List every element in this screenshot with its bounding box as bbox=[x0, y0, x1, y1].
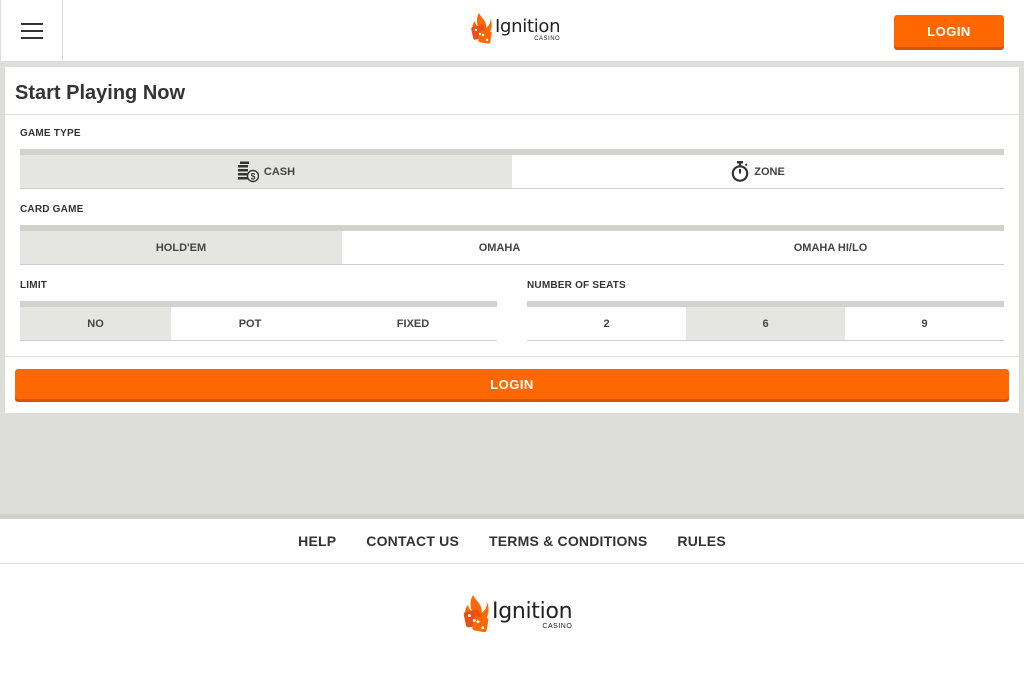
footer-nav: HELP CONTACT US TERMS & CONDITIONS RULES bbox=[0, 519, 1024, 564]
card-game-holdem-option[interactable]: HOLD'EM bbox=[20, 231, 342, 264]
seats-6-option[interactable]: 6 bbox=[686, 307, 845, 340]
limit-no-option[interactable]: NO bbox=[20, 307, 171, 340]
top-header: Ignition CASINO LOGIN bbox=[0, 0, 1024, 62]
footer-ignition-logo[interactable]: Ignition CASINO bbox=[462, 595, 573, 635]
game-type-selector: $ CASH ZONE bbox=[20, 149, 1004, 189]
game-type-cash-option[interactable]: $ CASH bbox=[20, 155, 512, 188]
flame-dice-icon bbox=[471, 13, 492, 44]
footer-logo-name: Ignition bbox=[492, 598, 573, 624]
footer-logo-subtitle: CASINO bbox=[542, 622, 573, 630]
seats-label: NUMBER OF SEATS bbox=[527, 280, 626, 291]
header-login-button[interactable]: LOGIN bbox=[894, 15, 1004, 47]
start-playing-card: Start Playing Now GAME TYPE $ CASH ZONE … bbox=[5, 67, 1019, 413]
divider bbox=[5, 114, 1019, 115]
divider bbox=[5, 356, 1019, 357]
limit-selector: NO POT FIXED bbox=[20, 301, 497, 341]
stopwatch-icon bbox=[731, 161, 749, 182]
footer-link-terms-conditions[interactable]: TERMS & CONDITIONS bbox=[489, 533, 647, 549]
footer-link-help[interactable]: HELP bbox=[298, 533, 336, 549]
ignition-logo[interactable]: Ignition CASINO bbox=[470, 13, 561, 46]
card-game-omaha-hilo-option[interactable]: OMAHA HI/LO bbox=[657, 231, 1004, 264]
card-game-selector: HOLD'EM OMAHA OMAHA HI/LO bbox=[20, 225, 1004, 265]
hamburger-menu-icon[interactable] bbox=[0, 0, 63, 62]
flame-dice-icon bbox=[463, 595, 489, 633]
game-type-zone-option[interactable]: ZONE bbox=[512, 155, 1004, 188]
page-title: Start Playing Now bbox=[15, 82, 186, 104]
limit-fixed-option[interactable]: FIXED bbox=[329, 307, 497, 340]
footer-link-rules[interactable]: RULES bbox=[677, 533, 725, 549]
game-type-label: GAME TYPE bbox=[20, 128, 81, 139]
login-button[interactable]: LOGIN bbox=[15, 369, 1009, 399]
limit-pot-option[interactable]: POT bbox=[171, 307, 329, 340]
game-type-zone-label: ZONE bbox=[754, 165, 785, 178]
svg-text:$: $ bbox=[250, 171, 255, 181]
card-game-omaha-option[interactable]: OMAHA bbox=[342, 231, 657, 264]
seats-selector: 2 6 9 bbox=[527, 301, 1004, 341]
logo-name: Ignition bbox=[495, 15, 561, 37]
limit-label: LIMIT bbox=[20, 280, 48, 291]
seats-9-option[interactable]: 9 bbox=[845, 307, 1004, 340]
seats-2-option[interactable]: 2 bbox=[527, 307, 686, 340]
game-type-cash-label: CASH bbox=[263, 165, 296, 178]
card-game-label: CARD GAME bbox=[20, 204, 84, 215]
logo-subtitle: CASINO bbox=[534, 35, 561, 42]
footer-link-contact-us[interactable]: CONTACT US bbox=[366, 533, 459, 549]
cash-stack-icon: $ bbox=[237, 161, 259, 182]
